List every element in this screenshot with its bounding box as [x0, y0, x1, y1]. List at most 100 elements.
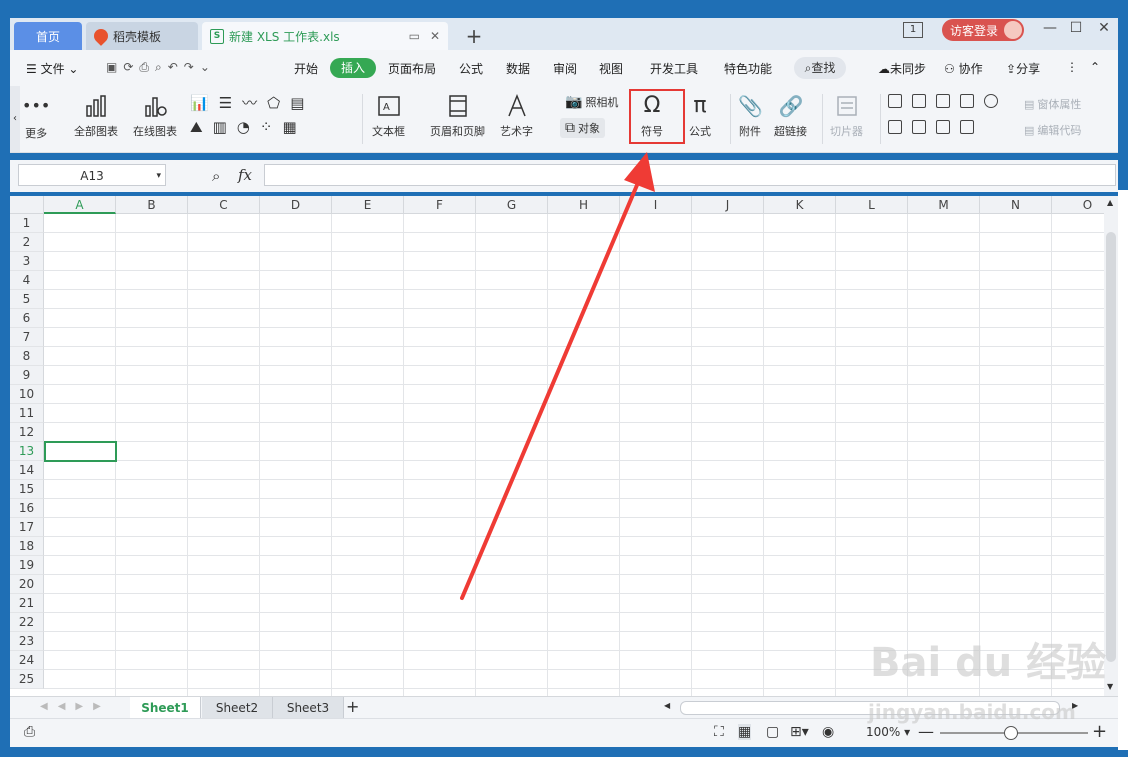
row-header[interactable]: 15	[10, 480, 44, 499]
row-header[interactable]: 4	[10, 271, 44, 290]
zoom-out-button[interactable]: —	[918, 722, 934, 741]
combobox-control-icon[interactable]	[936, 120, 950, 134]
maximize-icon[interactable]: ☐	[1066, 20, 1086, 36]
row-header[interactable]: 2	[10, 233, 44, 252]
collab-button[interactable]: ⚇ 协作	[944, 60, 983, 77]
page-layout-view-icon[interactable]: ▢	[766, 724, 779, 740]
menu-view[interactable]: 视图	[599, 60, 623, 77]
textbox-button[interactable]: A 文本框	[372, 94, 405, 139]
menu-insert[interactable]: 插入	[330, 58, 376, 78]
scroll-down-icon[interactable]: ▼	[1107, 682, 1113, 691]
more-menu-icon[interactable]: ⋮	[1066, 60, 1078, 74]
selected-cell[interactable]	[44, 441, 117, 462]
label-control-icon[interactable]	[888, 94, 902, 108]
close-window-icon[interactable]: ✕	[1094, 20, 1114, 36]
sheet-nav-arrows[interactable]: ◀◀▶▶	[40, 701, 111, 712]
button-control-icon[interactable]	[936, 94, 950, 108]
vertical-scrollbar[interactable]: ▲ ▼	[1104, 196, 1118, 696]
row-header[interactable]: 21	[10, 594, 44, 613]
fx-icon[interactable]: fx	[238, 166, 252, 184]
row-header[interactable]: 19	[10, 556, 44, 575]
row-header[interactable]: 22	[10, 613, 44, 632]
radar-chart-icon[interactable]: ⬠	[267, 94, 280, 112]
form-controls-row-1[interactable]	[888, 94, 998, 108]
menu-page-layout[interactable]: 页面布局	[388, 60, 436, 77]
add-sheet-button[interactable]: +	[346, 697, 359, 716]
spinner-control-icon[interactable]	[888, 120, 902, 134]
column-header[interactable]: O	[1052, 196, 1104, 214]
tab-home[interactable]: 首页	[14, 22, 82, 50]
wordart-button[interactable]: 艺术字	[500, 94, 533, 139]
slicer-button[interactable]: 切片器	[830, 94, 863, 139]
column-header[interactable]: J	[692, 196, 764, 214]
zoom-level[interactable]: 100% ▾	[866, 725, 910, 739]
column-header[interactable]: A	[44, 196, 116, 214]
camera-button[interactable]: 📷 照相机	[565, 94, 618, 110]
select-all-corner[interactable]	[10, 196, 44, 214]
menu-special[interactable]: 特色功能	[724, 60, 772, 77]
column-header[interactable]: L	[836, 196, 908, 214]
spreadsheet-grid[interactable]: ABCDEFGHIJKLMNO 1 2 3 4 5 6 7 8 9 10 11 12 13 14 15 16 1…	[10, 196, 1104, 696]
row-header[interactable]: 8	[10, 347, 44, 366]
area-chart-icon[interactable]: ⛰	[190, 118, 203, 136]
zoom-formula-icon[interactable]: ⌕	[212, 167, 220, 185]
tab-template[interactable]: 稻壳模板	[86, 22, 198, 50]
form-properties-button[interactable]: ▤ 窗体属性	[1024, 96, 1081, 112]
stock-chart-icon[interactable]: ▤	[290, 94, 304, 112]
column-header[interactable]: C	[188, 196, 260, 214]
name-box[interactable]: A13 ▾	[18, 164, 166, 186]
menu-developer[interactable]: 开发工具	[650, 60, 698, 77]
row-header[interactable]: 1	[10, 214, 44, 233]
column-header[interactable]: I	[620, 196, 692, 214]
macro-record-icon[interactable]: ⎙	[24, 724, 35, 740]
line-chart-icon[interactable]: 〰	[242, 92, 257, 113]
menu-start[interactable]: 开始	[294, 60, 318, 77]
normal-view-icon[interactable]: ▦	[738, 724, 752, 740]
groupbox-control-icon[interactable]	[912, 94, 926, 108]
row-header[interactable]: 7	[10, 328, 44, 347]
visitor-login-button[interactable]: 访客登录	[942, 19, 1024, 41]
row-header[interactable]: 9	[10, 366, 44, 385]
row-header[interactable]: 20	[10, 575, 44, 594]
edit-code-button[interactable]: ▤ 编辑代码	[1024, 122, 1081, 138]
row-header[interactable]: 23	[10, 632, 44, 651]
column-header[interactable]: N	[980, 196, 1052, 214]
row-header[interactable]: 16	[10, 499, 44, 518]
quick-access-toolbar[interactable]: ▣⟳⎙⌕↶↷⌄	[106, 60, 216, 75]
row-header[interactable]: 6	[10, 309, 44, 328]
column-chart-icon[interactable]: 📊	[190, 94, 209, 112]
chart-types-row-2[interactable]: ⛰ ▥ ◔ ⁘ ▦	[190, 118, 297, 136]
pie-chart-icon[interactable]: ◔	[237, 118, 250, 136]
share-button[interactable]: ⇪分享	[1006, 60, 1040, 77]
header-footer-button[interactable]: 页眉和页脚	[430, 94, 485, 139]
row-header[interactable]: 10	[10, 385, 44, 404]
sheet-tab-1[interactable]: Sheet1	[130, 697, 201, 719]
scroll-up-icon[interactable]: ▲	[1107, 198, 1113, 207]
column-header[interactable]: B	[116, 196, 188, 214]
row-header[interactable]: 18	[10, 537, 44, 556]
row-header[interactable]: 17	[10, 518, 44, 537]
bar-h-chart-icon[interactable]: ☰	[219, 94, 232, 112]
scroll-left-icon[interactable]: ◀	[664, 701, 670, 710]
minimize-icon[interactable]: —	[1040, 20, 1060, 36]
menu-data[interactable]: 数据	[506, 60, 530, 77]
scrollbar-control-icon[interactable]	[960, 120, 974, 134]
online-charts-button[interactable]: 在线图表	[133, 94, 177, 139]
file-menu[interactable]: ☰ 文件 ⌄	[26, 60, 78, 77]
scatter-chart-icon[interactable]: ⁘	[260, 118, 273, 136]
search-button[interactable]: ⌕查找	[794, 57, 846, 79]
sheet-tab-3[interactable]: Sheet3	[273, 697, 344, 719]
row-header[interactable]: 13	[10, 442, 44, 461]
column-header[interactable]: E	[332, 196, 404, 214]
form-controls-row-2[interactable]	[888, 120, 974, 134]
row-header[interactable]: 14	[10, 461, 44, 480]
checkbox-control-icon[interactable]	[960, 94, 974, 108]
row-header[interactable]: 5	[10, 290, 44, 309]
menu-formula[interactable]: 公式	[459, 60, 483, 77]
sheet-tab-2[interactable]: Sheet2	[202, 697, 273, 719]
all-charts-button[interactable]: 全部图表	[74, 94, 118, 139]
formula-input[interactable]	[264, 164, 1116, 186]
listbox-control-icon[interactable]	[912, 120, 926, 134]
eye-protection-icon[interactable]: ◉	[822, 724, 834, 740]
column-header[interactable]: D	[260, 196, 332, 214]
